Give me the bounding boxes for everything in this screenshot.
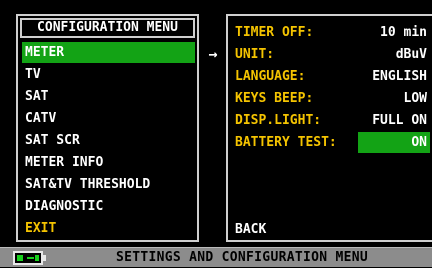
setting-label: UNIT: xyxy=(235,47,275,62)
configuration-menu-panel: CONFIGURATION MENU METER TV SAT CATV SAT… xyxy=(16,14,199,242)
setting-value: 10 min xyxy=(380,25,427,40)
menu-item-sat-scr[interactable]: SAT SCR xyxy=(22,130,195,151)
setting-label: TIMER OFF: xyxy=(235,25,314,40)
setting-label: LANGUAGE: xyxy=(235,69,306,84)
setting-row-disp-light[interactable]: DISP.LIGHT: FULL ON xyxy=(232,110,430,131)
menu-item-catv[interactable]: CATV xyxy=(22,108,195,129)
menu-item-diagnostic[interactable]: DIAGNOSTIC xyxy=(22,196,195,217)
setting-row-language[interactable]: LANGUAGE: ENGLISH xyxy=(232,66,430,87)
setting-label: BATTERY TEST: xyxy=(235,135,337,150)
configuration-menu-title: CONFIGURATION MENU xyxy=(20,18,195,38)
back-button[interactable]: BACK xyxy=(235,219,266,240)
setting-row-unit[interactable]: UNIT: dBuV xyxy=(232,44,430,65)
right-arrow-icon: → xyxy=(208,45,218,63)
setting-value-selected: ON xyxy=(358,132,430,153)
setting-value: dBuV xyxy=(395,47,427,62)
device-screen: CONFIGURATION MENU METER TV SAT CATV SAT… xyxy=(0,0,432,267)
status-bar-text: SETTINGS AND CONFIGURATION MENU xyxy=(116,250,368,265)
setting-value: FULL ON xyxy=(372,113,427,128)
setting-label: KEYS BEEP: xyxy=(235,91,314,106)
battery-charging-icon xyxy=(13,251,46,265)
setting-row-battery-test[interactable]: BATTERY TEST: ON xyxy=(232,132,430,153)
menu-item-meter-info[interactable]: METER INFO xyxy=(22,152,195,173)
menu-item-tv[interactable]: TV xyxy=(22,64,195,85)
setting-value: LOW xyxy=(403,91,427,106)
meter-settings-panel: TIMER OFF: 10 min UNIT: dBuV LANGUAGE: E… xyxy=(226,14,432,242)
setting-label: DISP.LIGHT: xyxy=(235,113,322,128)
setting-row-keys-beep[interactable]: KEYS BEEP: LOW xyxy=(232,88,430,109)
status-bar: SETTINGS AND CONFIGURATION MENU xyxy=(0,247,432,267)
menu-item-sat-tv-threshold[interactable]: SAT&TV THRESHOLD xyxy=(22,174,195,195)
setting-row-timer-off[interactable]: TIMER OFF: 10 min xyxy=(232,22,430,43)
menu-item-sat[interactable]: SAT xyxy=(22,86,195,107)
menu-item-exit[interactable]: EXIT xyxy=(22,218,195,239)
menu-item-meter[interactable]: METER xyxy=(22,42,195,63)
setting-value: ENGLISH xyxy=(372,69,427,84)
